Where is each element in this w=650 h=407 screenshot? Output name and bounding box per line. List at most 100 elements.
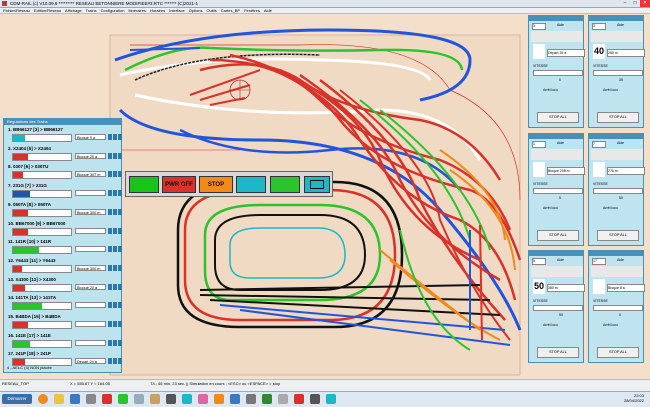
loco-row[interactable]: 13. X4300 [12] > X4300 Bloqué 20 a — [6, 277, 122, 296]
loco-button-b[interactable] — [113, 227, 117, 234]
app-icon-16[interactable] — [310, 394, 320, 404]
cab-help[interactable]: Aide — [617, 23, 624, 27]
stop-all-button[interactable]: STOP ALL — [537, 230, 579, 241]
loco-button-a[interactable] — [108, 264, 112, 271]
loco-button-c[interactable] — [118, 152, 122, 159]
loco-button-b[interactable] — [113, 171, 117, 178]
throttle-cab[interactable]: 17 Aide Bloqué 8 a VITESSE 0 Arrêt loco STOP A… — [588, 250, 645, 363]
loco-button-a[interactable] — [108, 208, 112, 215]
loco-button-a[interactable] — [108, 302, 112, 309]
loco-button-c[interactable] — [118, 190, 122, 197]
speed-slider[interactable] — [593, 305, 643, 311]
loco-button-b[interactable] — [113, 358, 117, 365]
function-keys[interactable] — [591, 266, 643, 277]
speed-bar[interactable] — [12, 134, 72, 142]
cab-help[interactable]: Aide — [557, 23, 564, 27]
function-keys[interactable] — [531, 266, 583, 277]
cab-address[interactable]: 7 — [592, 141, 606, 148]
menu-item[interactable]: Aide — [264, 8, 272, 13]
loco-button-c[interactable] — [118, 208, 122, 215]
loco-button-c[interactable] — [118, 302, 122, 309]
app-icon-3[interactable] — [102, 394, 112, 404]
throttle-cab[interactable]: 1 Aide Bloqué 208 m VITESSE 5 Arrêt loco STOP … — [528, 133, 585, 246]
menu-item[interactable]: Configuration — [101, 8, 125, 13]
loco-button-b[interactable] — [113, 134, 117, 140]
loco-row[interactable]: 11. 141R [10] > 141R — [6, 239, 122, 258]
speed-slider[interactable] — [593, 70, 643, 76]
function-keys[interactable] — [591, 31, 643, 42]
speed-slider[interactable] — [533, 70, 583, 76]
save-button[interactable] — [236, 176, 266, 193]
speed-slider[interactable] — [533, 305, 583, 311]
app-icon-2[interactable] — [86, 394, 96, 404]
firefox-icon[interactable] — [38, 394, 48, 404]
loco-button-c[interactable] — [118, 358, 122, 365]
power-off-button[interactable]: PWR OFF — [162, 176, 196, 193]
stop-all-button[interactable]: STOP ALL — [537, 347, 579, 358]
menu-item[interactable]: Edition/Réseau — [34, 8, 61, 13]
cab-help[interactable]: Aide — [617, 258, 624, 262]
menu-item[interactable]: Outils — [206, 8, 216, 13]
loco-button-c[interactable] — [118, 283, 122, 290]
loco-button-a[interactable] — [108, 227, 112, 234]
app-icon-9[interactable] — [198, 394, 208, 404]
app-icon-8[interactable] — [182, 394, 192, 404]
clock[interactable]: 22:03 28/04/2022 — [624, 393, 644, 403]
loco-button-a[interactable] — [108, 339, 112, 346]
app-icon-6[interactable] — [150, 394, 160, 404]
arret-button[interactable]: Arrêt loco — [543, 88, 558, 92]
throttle-cab[interactable]: 3 Aide Départ 34 a VITESSE 0 Arrêt loco STOP A… — [528, 15, 585, 128]
stop-all-button[interactable]: STOP ALL — [597, 347, 639, 358]
app-icon-14[interactable] — [278, 394, 288, 404]
minimize-button[interactable]: – — [620, 0, 630, 7]
speed-bar[interactable] — [12, 339, 72, 348]
loco-button-b[interactable] — [113, 246, 117, 253]
speed-bar[interactable] — [12, 227, 72, 236]
route-button[interactable] — [270, 176, 300, 193]
maximize-button[interactable]: □ — [630, 0, 640, 7]
menu-item[interactable]: Fenêtres — [244, 8, 260, 13]
app-icon-11[interactable] — [230, 394, 240, 404]
menu-item[interactable]: Affichage — [65, 8, 82, 13]
loco-button-a[interactable] — [108, 246, 112, 253]
stop-all-button[interactable]: STOP ALL — [537, 112, 579, 123]
loco-row[interactable]: 16. 141E [17] > 141E — [6, 333, 122, 352]
speed-slider[interactable] — [533, 188, 583, 194]
cab-address[interactable]: 3 — [532, 23, 546, 30]
app-icon-10[interactable] — [214, 394, 224, 404]
speed-bar[interactable] — [12, 264, 72, 273]
loco-button-c[interactable] — [118, 171, 122, 178]
loco-button-b[interactable] — [113, 264, 117, 271]
speed-slider[interactable] — [593, 188, 643, 194]
loco-button-b[interactable] — [113, 152, 117, 159]
loco-button-c[interactable] — [118, 246, 122, 253]
train-regulation-panel[interactable]: Régulations des Trains 1. BB66127 [3] > … — [3, 118, 122, 373]
app-icon-17[interactable] — [326, 394, 336, 404]
speed-bar[interactable] — [12, 190, 72, 199]
cab-help[interactable]: Aide — [617, 141, 624, 145]
loco-row[interactable]: 15. B4BDA [15] > B4BDA — [6, 314, 122, 333]
app-icon-5[interactable] — [134, 394, 144, 404]
cab-help[interactable]: Aide — [557, 258, 564, 262]
menu-item[interactable]: Itinéraires — [128, 8, 146, 13]
cab-address[interactable]: 3 — [592, 23, 606, 30]
speed-bar[interactable] — [12, 283, 72, 292]
loco-button-b[interactable] — [113, 283, 117, 290]
loco-button-c[interactable] — [118, 321, 122, 327]
loco-button-a[interactable] — [108, 190, 112, 197]
cab-address[interactable]: 5 — [532, 258, 546, 265]
loco-button-a[interactable] — [108, 134, 112, 140]
throttle-cab[interactable]: 7 Aide 276 m VITESSE 50 Arrêt loco STOP ALL — [588, 133, 645, 246]
loco-button-c[interactable] — [118, 264, 122, 271]
cab-help[interactable]: Aide — [557, 141, 564, 145]
app-icon-13[interactable] — [262, 394, 272, 404]
menu-item[interactable]: Interface — [169, 8, 185, 13]
stop-button[interactable]: STOP — [199, 176, 233, 193]
loco-button-b[interactable] — [113, 208, 117, 215]
cab-address[interactable]: 1 — [532, 141, 546, 148]
loco-button-a[interactable] — [108, 283, 112, 290]
menu-item[interactable]: Cartes_BP — [221, 8, 240, 13]
function-keys[interactable] — [531, 149, 583, 160]
start-button[interactable]: Démarrer — [2, 394, 32, 404]
loco-row[interactable]: 14. 141TA [13] > 141TA — [6, 295, 122, 314]
